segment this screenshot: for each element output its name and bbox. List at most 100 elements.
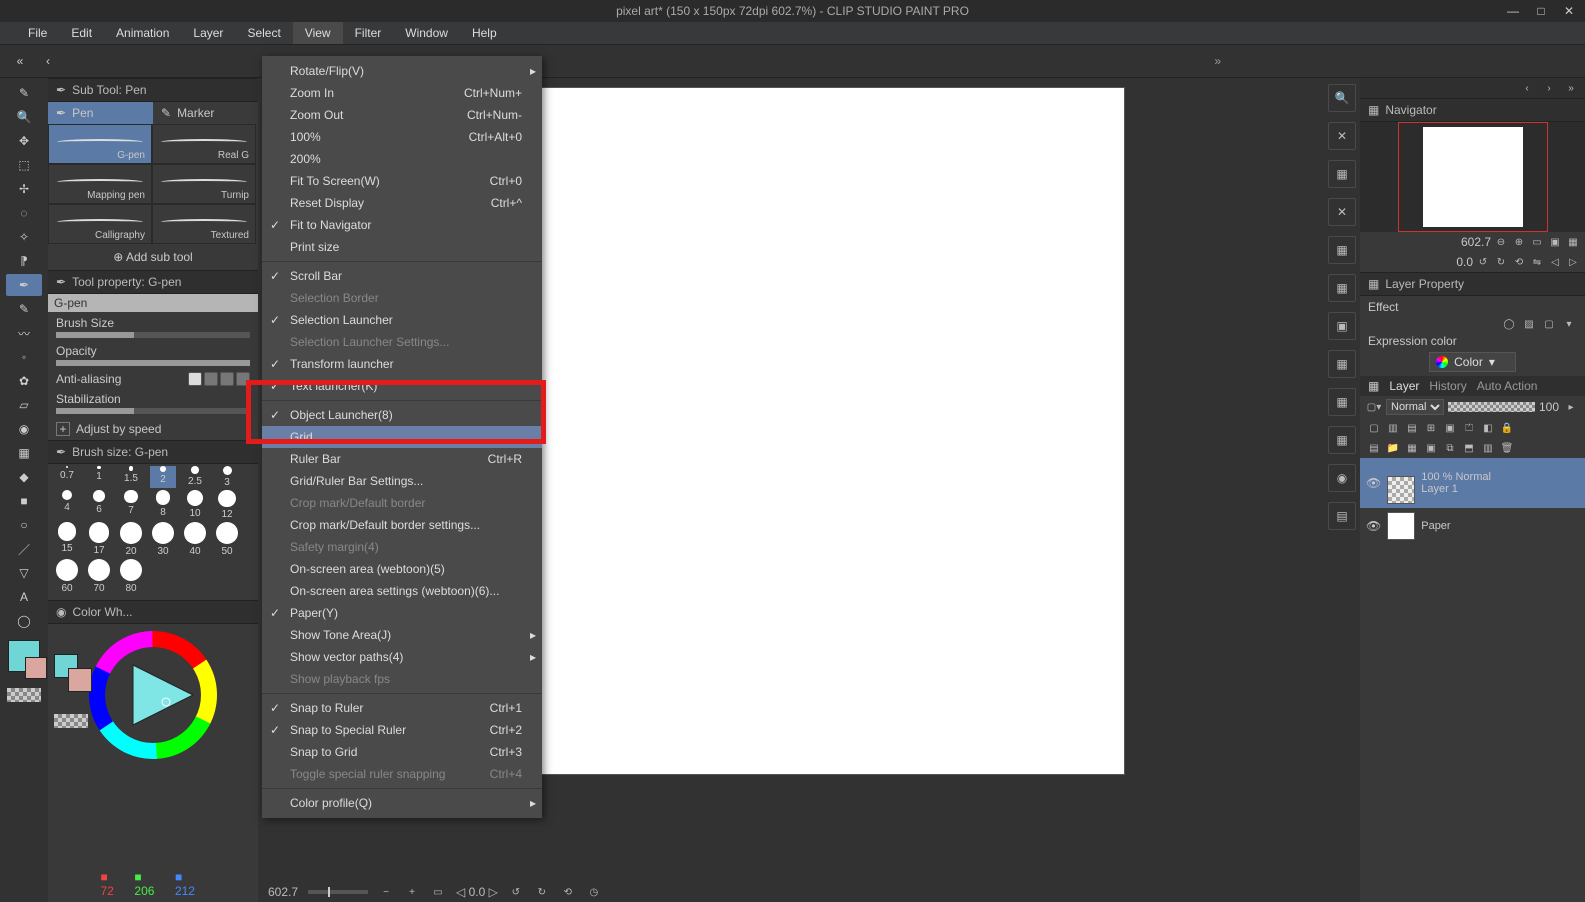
rotate-ccw-icon[interactable]: ↺ <box>508 884 524 900</box>
prop-brush-size[interactable]: Brush Size <box>56 316 250 338</box>
menu-item-color-profile-q[interactable]: Color profile(Q)▸ <box>262 792 542 814</box>
figure-icon[interactable]: ■ <box>6 490 42 512</box>
menu-item-fit-to-screen-w[interactable]: Fit To Screen(W)Ctrl+0 <box>262 170 542 192</box>
nav-zoom-out-icon[interactable]: ⊖ <box>1493 234 1509 250</box>
menu-item-zoom-in[interactable]: Zoom InCtrl+Num+ <box>262 82 542 104</box>
effect-tone-icon[interactable]: ▨ <box>1521 316 1537 332</box>
opacity-spin-icon[interactable]: ▸ <box>1563 399 1579 415</box>
lyr-btn-7[interactable]: ◧ <box>1480 420 1496 436</box>
subtool-g-pen[interactable]: G-pen <box>48 124 152 164</box>
nav-next-icon[interactable]: ▷ <box>1565 254 1581 270</box>
tab-history[interactable]: History <box>1429 379 1466 393</box>
transparent-color[interactable] <box>7 688 41 702</box>
menu-item-100[interactable]: 100%Ctrl+Alt+0 <box>262 126 542 148</box>
lyr-btn-2[interactable]: ▥ <box>1385 420 1401 436</box>
brushsize-3[interactable]: 3 <box>214 466 240 488</box>
lyr-btn-lock[interactable]: 🔒 <box>1499 420 1515 436</box>
menu-item-show-vector-paths-4[interactable]: Show vector paths(4)▸ <box>262 646 542 668</box>
navigator-preview[interactable] <box>1360 122 1585 232</box>
lyr-btn-5[interactable]: ▣ <box>1442 420 1458 436</box>
lyr-act-5[interactable]: ⧉ <box>1442 440 1458 456</box>
menu-item-snap-to-special-ruler[interactable]: ✓Snap to Special RulerCtrl+2 <box>262 719 542 741</box>
panel-icon-5[interactable]: ▣ <box>1328 312 1356 340</box>
menu-item-on-screen-area-webtoon-5[interactable]: On-screen area (webtoon)(5) <box>262 558 542 580</box>
nav-prev-icon[interactable]: « <box>8 49 32 73</box>
nav-fit-icon[interactable]: ▭ <box>1529 234 1545 250</box>
maximize-button[interactable]: □ <box>1527 0 1555 22</box>
layer-paper[interactable]: 👁Paper <box>1360 508 1585 544</box>
eyedropper-icon[interactable]: ⁋ <box>6 250 42 272</box>
brushsize-2[interactable]: 2 <box>150 466 176 488</box>
menu-edit[interactable]: Edit <box>59 22 104 44</box>
fit-icon[interactable]: ▭ <box>430 884 446 900</box>
brushsize-6[interactable]: 6 <box>86 490 112 520</box>
subtool-textured[interactable]: Textured <box>152 204 256 244</box>
brushsize-0.7[interactable]: 0.7 <box>54 466 80 488</box>
zoom-slider[interactable] <box>308 890 368 894</box>
lyr-btn-4[interactable]: ⊞ <box>1423 420 1439 436</box>
airbrush-icon[interactable]: ◦ <box>6 346 42 368</box>
lyr-act-6[interactable]: ⬒ <box>1461 440 1477 456</box>
brush2-icon[interactable]: 〰 <box>6 322 42 344</box>
menu-item-200[interactable]: 200% <box>262 148 542 170</box>
brushsize-15[interactable]: 15 <box>54 522 80 557</box>
brushsize-12[interactable]: 12 <box>214 490 240 520</box>
decoration-icon[interactable]: ✿ <box>6 370 42 392</box>
effect-dropdown-icon[interactable]: ▾ <box>1561 316 1577 332</box>
panel-icon-9[interactable]: ◉ <box>1328 464 1356 492</box>
delete-layer-icon[interactable]: 🗑 <box>1499 440 1515 456</box>
brushsize-50[interactable]: 50 <box>214 522 240 557</box>
move-icon[interactable]: ✥ <box>6 130 42 152</box>
close-panel-icon[interactable]: ✕ <box>1328 122 1356 150</box>
ellipse-icon[interactable]: ○ <box>6 514 42 536</box>
panel-icon-1[interactable]: ▦ <box>1328 160 1356 188</box>
menu-item-ruler-bar[interactable]: Ruler BarCtrl+R <box>262 448 542 470</box>
subtool-turnip[interactable]: Turnip <box>152 164 256 204</box>
menu-file[interactable]: File <box>16 22 59 44</box>
brush-icon[interactable]: ✎ <box>6 82 42 104</box>
nav-rot-cw-icon[interactable]: ↻ <box>1493 254 1509 270</box>
expression-color-select[interactable]: Color ▾ <box>1429 352 1516 372</box>
menu-item-reset-display[interactable]: Reset DisplayCtrl+^ <box>262 192 542 214</box>
blend-mode-select[interactable]: Normal <box>1386 399 1444 415</box>
menu-item-paper-y[interactable]: ✓Paper(Y) <box>262 602 542 624</box>
reset-rot-icon[interactable]: ⟲ <box>560 884 576 900</box>
menu-animation[interactable]: Animation <box>104 22 181 44</box>
search-icon[interactable]: 🔍 <box>1328 84 1356 112</box>
gradient-icon[interactable]: ◆ <box>6 466 42 488</box>
toolbar-nav-next[interactable]: » <box>1214 54 1221 68</box>
menu-item-scroll-bar[interactable]: ✓Scroll Bar <box>262 265 542 287</box>
layer-mode-icon[interactable]: ▢▾ <box>1366 399 1382 415</box>
lasso-icon[interactable]: ◌ <box>6 202 42 224</box>
menu-layer[interactable]: Layer <box>181 22 235 44</box>
wand-icon[interactable]: ✧ <box>6 226 42 248</box>
foreground-color[interactable] <box>8 640 40 672</box>
minimize-button[interactable]: — <box>1499 0 1527 22</box>
menu-item-snap-to-ruler[interactable]: ✓Snap to RulerCtrl+1 <box>262 697 542 719</box>
menu-item-show-tone-area-j[interactable]: Show Tone Area(J)▸ <box>262 624 542 646</box>
subtool-mapping-pen[interactable]: Mapping pen <box>48 164 152 204</box>
brushsize-20[interactable]: 20 <box>118 522 144 557</box>
lyr-act-7[interactable]: ▥ <box>1480 440 1496 456</box>
tab-pen[interactable]: ✒ Pen <box>48 102 153 124</box>
menu-item-object-launcher-8[interactable]: ✓Object Launcher(8) <box>262 404 542 426</box>
menu-item-transform-launcher[interactable]: ✓Transform launcher <box>262 353 542 375</box>
nav-prev-icon[interactable]: ◁ <box>1547 254 1563 270</box>
menu-item-text-launcher-k[interactable]: ✓Text launcher(K) <box>262 375 542 397</box>
menu-item-grid-ruler-bar-settings[interactable]: Grid/Ruler Bar Settings... <box>262 470 542 492</box>
new-layer-icon[interactable]: ▤ <box>1366 440 1382 456</box>
lyr-act-4[interactable]: ▣ <box>1423 440 1439 456</box>
brushsize-2.5[interactable]: 2.5 <box>182 466 208 488</box>
effect-circle-icon[interactable]: ◯ <box>1501 316 1517 332</box>
magnify-icon[interactable]: 🔍 <box>6 106 42 128</box>
menu-item-grid[interactable]: Grid <box>262 426 542 448</box>
color-wheel[interactable]: ■ 72 ■ 206 ■ 212 <box>48 624 258 902</box>
panel-icon-8[interactable]: ▦ <box>1328 426 1356 454</box>
nav-100-icon[interactable]: ▦ <box>1565 234 1581 250</box>
visibility-icon[interactable]: 👁 <box>1366 519 1381 533</box>
menu-item-selection-launcher[interactable]: ✓Selection Launcher <box>262 309 542 331</box>
prop-opacity[interactable]: Opacity <box>56 344 250 366</box>
rotate-cw-icon[interactable]: ↻ <box>534 884 550 900</box>
brushsize-60[interactable]: 60 <box>54 559 80 594</box>
new-folder-icon[interactable]: 📁 <box>1385 440 1401 456</box>
